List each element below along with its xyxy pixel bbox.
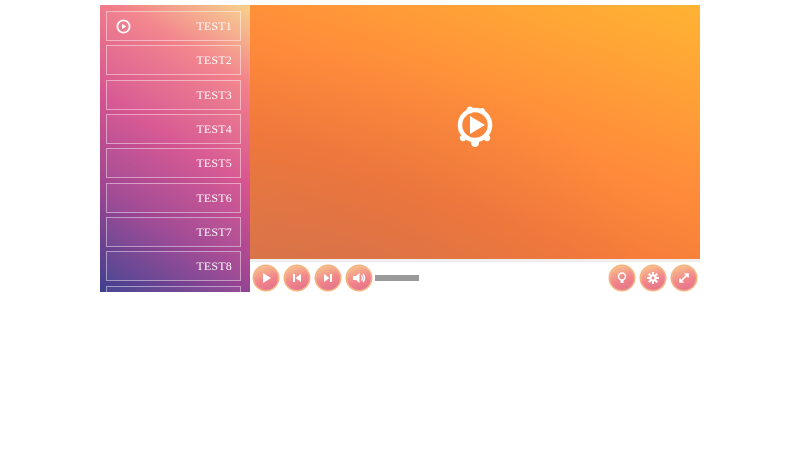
playlist-item-label: TEST3 — [196, 88, 232, 102]
play-icon — [263, 273, 271, 283]
playlist-item-test1[interactable]: TEST1 — [106, 11, 241, 41]
playlist-item-test4[interactable]: TEST4 — [106, 114, 241, 144]
settings-button[interactable] — [641, 266, 665, 290]
video-player: TEST1 TEST2 TEST3 TEST4 TEST5 TEST6 TEST… — [100, 5, 700, 292]
light-button[interactable] — [610, 266, 634, 290]
playlist-item-label: TEST7 — [196, 225, 232, 239]
playlist-item-label: TEST2 — [196, 53, 232, 67]
playlist-item-test2[interactable]: TEST2 — [106, 45, 241, 75]
playlist-item-label: TEST5 — [196, 156, 232, 170]
playlist-item-test6[interactable]: TEST6 — [106, 183, 241, 213]
volume-slider[interactable] — [375, 275, 419, 281]
playlist-sidebar: TEST1 TEST2 TEST3 TEST4 TEST5 TEST6 TEST… — [100, 5, 250, 292]
play-button[interactable] — [254, 266, 278, 290]
skip-forward-icon — [324, 274, 332, 282]
playlist-item-label: TEST6 — [196, 191, 232, 205]
previous-button[interactable] — [285, 266, 309, 290]
playlist-item-test3[interactable]: TEST3 — [106, 80, 241, 110]
control-bar — [250, 259, 700, 292]
next-button[interactable] — [316, 266, 340, 290]
playlist-item-partial[interactable] — [106, 286, 241, 292]
playlist-item-test5[interactable]: TEST5 — [106, 148, 241, 178]
volume-button[interactable] — [347, 266, 371, 290]
playlist-item-label: TEST1 — [196, 19, 232, 33]
playlist-item-test7[interactable]: TEST7 — [106, 217, 241, 247]
play-circle-icon — [116, 19, 131, 34]
volume-level — [375, 275, 419, 281]
expand-icon — [679, 273, 689, 283]
play-logo-icon[interactable] — [455, 105, 495, 153]
fullscreen-button[interactable] — [672, 266, 696, 290]
skip-back-icon — [293, 274, 301, 282]
playlist-item-label: TEST8 — [196, 259, 232, 273]
lightbulb-icon — [617, 272, 627, 283]
video-area[interactable] — [250, 5, 700, 259]
playlist-item-test8[interactable]: TEST8 — [106, 251, 241, 281]
playlist-item-label: TEST4 — [196, 122, 232, 136]
gear-icon — [647, 272, 659, 284]
volume-icon — [353, 273, 366, 283]
